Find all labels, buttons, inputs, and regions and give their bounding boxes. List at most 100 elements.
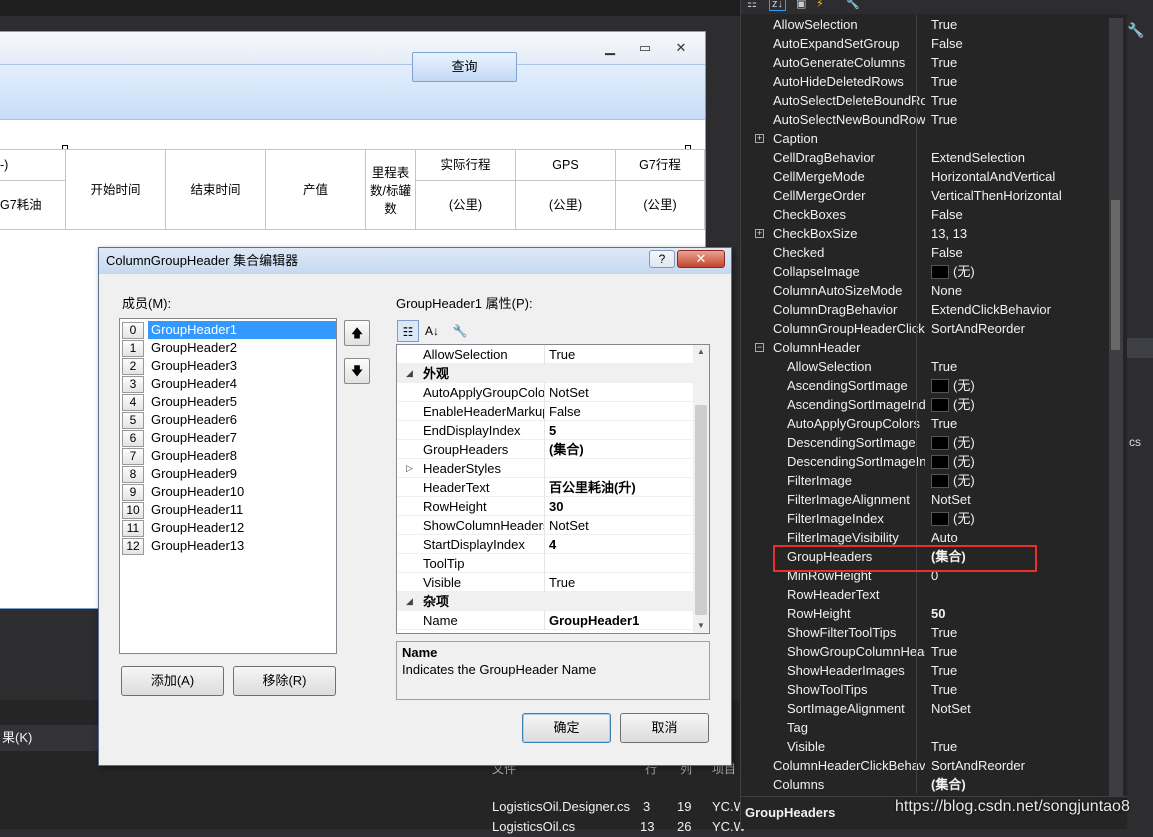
property-row[interactable]: DescendingSortImageIndex (无) <box>755 452 1114 471</box>
property-row[interactable]: AllowSelection True <box>755 15 1114 34</box>
property-row[interactable]: StartDisplayIndex 4 <box>397 535 693 554</box>
property-row[interactable]: EndDisplayIndex 5 <box>397 421 693 440</box>
property-value[interactable]: (无) <box>916 471 975 490</box>
move-up-button[interactable]: 🡅 <box>344 320 370 346</box>
property-row[interactable]: ToolTip <box>397 554 693 573</box>
scrollbar-thumb[interactable] <box>695 405 707 615</box>
property-row[interactable]: AutoGenerateColumns True <box>755 53 1114 72</box>
scrollbar-thumb[interactable] <box>1111 200 1120 350</box>
scroll-down-icon[interactable]: ▼ <box>697 621 705 630</box>
query-button[interactable]: 查询 <box>412 52 517 82</box>
property-value[interactable] <box>916 585 931 604</box>
property-row[interactable]: FilterImageAlignment NotSet <box>755 490 1114 509</box>
grid-header-cell[interactable]: 实际行程 <box>416 150 516 181</box>
property-category[interactable]: ◢ 杂项 <box>397 592 693 611</box>
property-value[interactable]: (无) <box>916 395 975 414</box>
grid-header-cell[interactable]: GPS <box>516 150 616 181</box>
property-value[interactable]: False <box>916 243 963 262</box>
property-value[interactable]: SortAndReorder <box>916 319 1025 338</box>
cancel-button[interactable]: 取消 <box>620 713 709 743</box>
events-icon[interactable]: ⚡ <box>816 0 824 10</box>
property-value[interactable]: (无) <box>916 262 975 281</box>
collapse-icon[interactable]: − <box>755 343 764 352</box>
member-item[interactable]: 0 GroupHeader1 <box>122 321 336 339</box>
categorized-icon[interactable]: ☷ <box>747 0 757 10</box>
collapse-icon[interactable]: ◢ <box>406 364 413 383</box>
alphabetical-icon[interactable]: z↓ <box>769 0 786 11</box>
property-value[interactable]: True <box>916 737 957 756</box>
member-item[interactable]: 9 GroupHeader10 <box>122 483 334 501</box>
grid-header-cell[interactable]: G7行程 <box>616 150 705 181</box>
scroll-up-icon[interactable]: ▲ <box>697 347 705 356</box>
property-row[interactable]: AutoApplyGroupColors NotSet <box>397 383 693 402</box>
property-row[interactable]: ColumnDragBehavior ExtendClickBehavior <box>755 300 1114 319</box>
grid-header-cell[interactable]: (公里) <box>416 181 516 230</box>
grid-header-cell[interactable]: 开始时间 <box>66 150 166 230</box>
wrench-icon[interactable]: 🔧 <box>1127 22 1144 39</box>
property-value[interactable] <box>916 718 931 737</box>
property-value[interactable]: True <box>916 661 957 680</box>
property-row[interactable]: Tag <box>755 718 1114 737</box>
property-row[interactable]: ColumnGroupHeaderClickBehavior SortAndReo… <box>755 319 1114 338</box>
properties-panel[interactable]: ☷ z↓ ▣ ⚡ 🔧 AllowSelection True AutoExpandS… <box>740 0 1128 829</box>
property-value[interactable]: GroupHeader1 <box>549 611 639 630</box>
property-value[interactable]: True <box>916 680 957 699</box>
ok-button[interactable]: 确定 <box>522 713 611 743</box>
property-row[interactable]: HeaderText 百公里耗油(升) <box>397 478 693 497</box>
property-row[interactable]: ShowColumnHeaders NotSet <box>397 516 693 535</box>
property-value[interactable] <box>916 129 931 148</box>
member-item[interactable]: 6 GroupHeader7 <box>122 429 334 447</box>
grid-header-cell[interactable]: 结束时间 <box>166 150 266 230</box>
property-row[interactable]: SortImageAlignment NotSet <box>755 699 1114 718</box>
property-value[interactable]: True <box>549 573 575 592</box>
property-value[interactable]: (无) <box>916 433 975 452</box>
property-row[interactable]: GroupHeaders (集合) <box>397 440 693 459</box>
member-item[interactable]: 7 GroupHeader8 <box>122 447 334 465</box>
categorized-icon[interactable]: ☷ <box>397 320 419 342</box>
property-row[interactable]: AscendingSortImage (无) <box>755 376 1114 395</box>
grid-header-cell[interactable]: 产值 <box>266 150 366 230</box>
property-row[interactable]: ColumnHeaderClickBehavior SortAndReorder <box>755 756 1114 775</box>
property-value[interactable]: SortAndReorder <box>916 756 1025 775</box>
property-row[interactable]: ShowToolTips True <box>755 680 1114 699</box>
properties-icon[interactable]: ▣ <box>796 0 806 10</box>
alphabetical-icon[interactable]: A↓ <box>421 320 443 342</box>
property-row[interactable]: FilterImageIndex (无) <box>755 509 1114 528</box>
property-row[interactable]: RowHeight 50 <box>755 604 1114 623</box>
property-value[interactable]: NotSet <box>916 490 971 509</box>
property-row[interactable]: AutoHideDeletedRows True <box>755 72 1114 91</box>
property-value[interactable]: True <box>916 15 957 34</box>
property-row[interactable]: ShowHeaderImages True <box>755 661 1114 680</box>
property-value[interactable]: True <box>916 623 957 642</box>
property-row[interactable]: Name GroupHeader1 <box>397 611 693 630</box>
property-value[interactable]: None <box>916 281 962 300</box>
property-category[interactable]: ◢ 外观 <box>397 364 693 383</box>
property-value[interactable]: 50 <box>916 604 945 623</box>
scrollbar[interactable] <box>1109 18 1123 796</box>
collapse-icon[interactable]: ◢ <box>406 592 413 611</box>
member-item[interactable]: 2 GroupHeader3 <box>122 357 334 375</box>
members-list[interactable]: 0 GroupHeader1 1 GroupHeader2 2 GroupHeader3 3… <box>119 318 337 654</box>
grid-header-cell[interactable]: (公里) <box>616 181 705 230</box>
property-row[interactable]: AutoSelectDeleteBoundRows True <box>755 91 1114 110</box>
property-row[interactable]: Visible True <box>755 737 1114 756</box>
property-value[interactable]: True <box>916 414 957 433</box>
property-row[interactable]: AllowSelection True <box>397 345 693 364</box>
property-row[interactable]: CollapseImage (无) <box>755 262 1114 281</box>
property-row[interactable]: EnableHeaderMarkup False <box>397 402 693 421</box>
property-value[interactable]: True <box>916 91 957 110</box>
property-row[interactable]: AscendingSortImageIndex (无) <box>755 395 1114 414</box>
property-row[interactable]: Checked False <box>755 243 1114 262</box>
property-row[interactable]: + CheckBoxSize 13, 13 <box>755 224 1114 243</box>
property-row[interactable]: RowHeight 30 <box>397 497 693 516</box>
grid-header-cell[interactable]: 里程表数/标罐数 <box>366 150 416 230</box>
property-row[interactable]: AutoSelectNewBoundRows True <box>755 110 1114 129</box>
property-value[interactable]: False <box>549 402 581 421</box>
property-row[interactable]: CellDragBehavior ExtendSelection <box>755 148 1114 167</box>
property-row[interactable]: + Caption <box>755 129 1114 148</box>
property-row[interactable]: RowHeaderText <box>755 585 1114 604</box>
property-value[interactable]: True <box>916 642 957 661</box>
property-row[interactable]: Columns (集合) <box>755 775 1114 794</box>
member-item[interactable]: 5 GroupHeader6 <box>122 411 334 429</box>
property-row[interactable]: AutoApplyGroupColors True <box>755 414 1114 433</box>
